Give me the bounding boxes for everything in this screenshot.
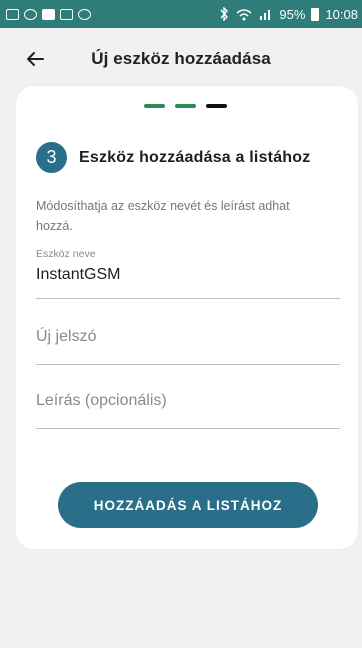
- status-time: 10:08: [325, 6, 358, 22]
- gallery-icon: [6, 8, 19, 20]
- battery-icon: [311, 7, 320, 21]
- status-left-icons: [6, 8, 91, 20]
- step-number-badge: 3: [36, 142, 67, 173]
- signal-icon: [260, 10, 271, 20]
- progress-step-1: [144, 104, 165, 108]
- step-description: Módosíthatja az eszköz nevét és leírást …: [36, 199, 290, 233]
- battery-percent: 95%: [279, 6, 306, 22]
- podcast-icon: [78, 8, 91, 20]
- description-field[interactable]: Leírás (opcionális): [36, 392, 340, 429]
- page-title: Új eszköz hozzáadása: [91, 49, 271, 68]
- back-arrow-icon[interactable]: [24, 48, 46, 70]
- new-password-field[interactable]: Új jelszó: [36, 328, 340, 365]
- device-name-label: Eszköz neve: [36, 248, 96, 260]
- image-icon: [42, 8, 55, 20]
- device-name-value[interactable]: InstantGSM: [36, 266, 340, 284]
- app-bar: Új eszköz hozzáadása: [0, 28, 362, 90]
- status-right: 95% 10:08: [219, 7, 358, 22]
- step-header: 3 Eszköz hozzáadása a listához: [36, 142, 310, 173]
- add-to-list-button[interactable]: HOZZÁADÁS A LISTÁHOZ: [58, 482, 318, 528]
- progress-step-3: [206, 104, 227, 108]
- step-progress: [144, 104, 227, 108]
- step-title: Eszköz hozzáadása a listához: [79, 148, 311, 166]
- new-password-placeholder[interactable]: Új jelszó: [36, 328, 340, 346]
- wifi-icon: [236, 9, 252, 21]
- description-placeholder[interactable]: Leírás (opcionális): [36, 392, 340, 410]
- transfer-icon: [24, 8, 37, 20]
- image-icon: [60, 8, 73, 20]
- bluetooth-icon: [220, 7, 229, 21]
- device-name-field[interactable]: Eszköz neve InstantGSM: [36, 248, 340, 299]
- add-device-card: 3 Eszköz hozzáadása a listához Módosítha…: [16, 86, 358, 549]
- status-bar: 95% 10:08: [0, 0, 362, 28]
- progress-step-2: [175, 104, 196, 108]
